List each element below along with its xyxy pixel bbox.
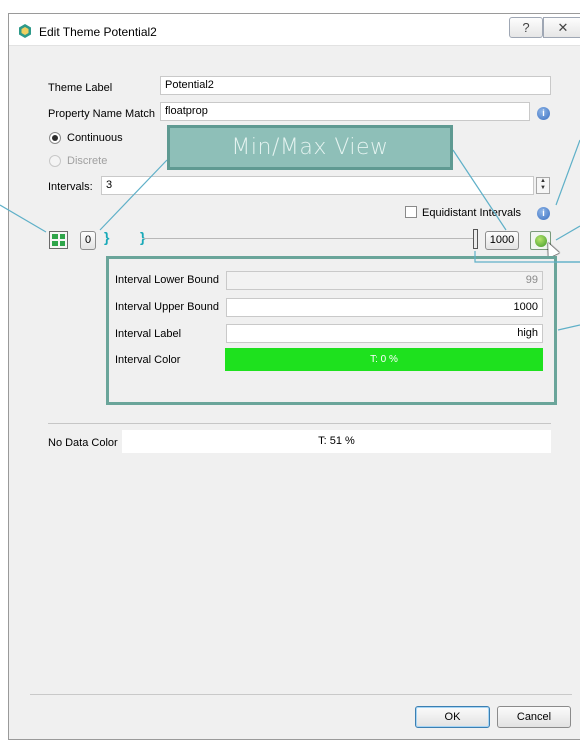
grid-view-icon[interactable] [49, 231, 68, 249]
property-name-match-caption: Property Name Match [48, 108, 155, 120]
interval-slider-track[interactable] [143, 238, 475, 239]
help-button[interactable]: ? [509, 17, 543, 38]
theme-label-input[interactable]: Potential2 [160, 76, 551, 95]
discrete-radio[interactable] [49, 155, 61, 167]
info-icon[interactable]: i [537, 107, 550, 120]
info-icon[interactable]: i [537, 207, 550, 220]
min-max-view-annotation: Min/Max View [167, 125, 453, 170]
equidistant-checkbox[interactable] [405, 206, 417, 218]
no-data-color-caption: No Data Color [48, 437, 118, 449]
interval-label-caption: Interval Label [115, 328, 182, 340]
app-icon [19, 24, 31, 38]
interval-label-input[interactable]: high [226, 324, 543, 343]
slider-handle[interactable] [473, 229, 478, 249]
slider-bracket-right: } [140, 229, 146, 245]
lower-bound-input[interactable]: 99 [226, 271, 543, 290]
cancel-button[interactable]: Cancel [497, 706, 571, 728]
min-value-button[interactable]: 0 [80, 231, 96, 250]
interval-detail-panel: Interval Lower Bound 99 Interval Upper B… [106, 256, 557, 405]
ok-button[interactable]: OK [415, 706, 490, 728]
interval-color-swatch[interactable]: T: 0 % [225, 348, 543, 371]
upper-bound-input[interactable]: 1000 [226, 298, 543, 317]
max-value-button[interactable]: 1000 [485, 231, 519, 250]
divider [48, 423, 551, 424]
discrete-radio-label: Discrete [67, 155, 108, 167]
property-name-match-input[interactable]: floatprop [160, 102, 530, 121]
intervals-caption: Intervals: [48, 181, 93, 193]
equidistant-label: Equidistant Intervals [422, 207, 522, 219]
intervals-spinner[interactable]: ▲ ▼ [536, 177, 550, 194]
continuous-radio[interactable] [49, 132, 61, 144]
window-title: Edit Theme Potential2 [39, 25, 157, 39]
continuous-radio-label: Continuous [67, 132, 123, 144]
intervals-input[interactable]: 3 [101, 176, 534, 195]
interval-color-caption: Interval Color [115, 354, 181, 366]
divider [30, 694, 572, 695]
close-button[interactable]: ✕ [543, 17, 580, 38]
no-data-color-swatch[interactable]: T: 51 % [122, 430, 551, 453]
title-bar: Edit Theme Potential2 ? ✕ [9, 14, 580, 46]
lower-bound-caption: Interval Lower Bound [115, 274, 219, 286]
upper-bound-caption: Interval Upper Bound [115, 301, 219, 313]
theme-label-caption: Theme Label [48, 82, 113, 94]
slider-bracket-left: } [104, 229, 110, 245]
